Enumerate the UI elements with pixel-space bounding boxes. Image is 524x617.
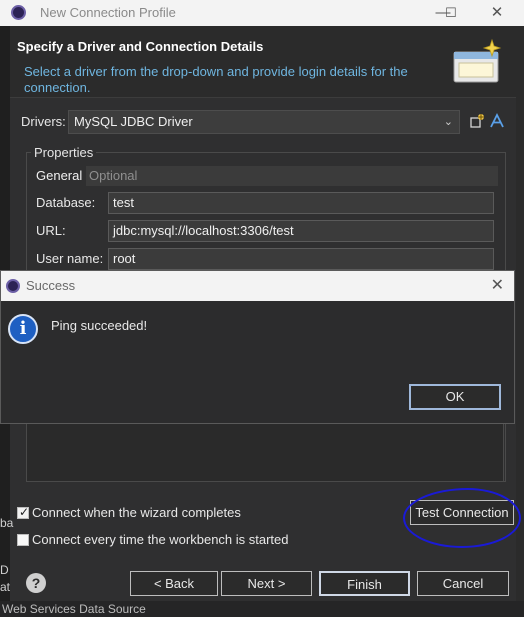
- background-window-bottom: Web Services Data Source: [0, 601, 524, 617]
- finish-button[interactable]: Finish: [319, 571, 410, 596]
- username-field[interactable]: root: [108, 248, 494, 270]
- close-icon[interactable]: ✕: [491, 275, 504, 295]
- tab-general[interactable]: General: [32, 166, 87, 186]
- chevron-down-icon: ⌄: [443, 116, 453, 128]
- url-label: URL:: [36, 223, 66, 238]
- success-title: Success: [26, 278, 76, 293]
- success-title-bar: Success ✕: [1, 271, 514, 301]
- connect-on-start-checkbox[interactable]: [17, 534, 29, 546]
- drivers-selected-value: MySQL JDBC Driver: [74, 114, 193, 129]
- window-title: New Connection Profile: [40, 5, 176, 20]
- connect-on-finish-label: Connect when the wizard completes: [32, 505, 241, 520]
- properties-tabs: General Optional: [32, 166, 498, 186]
- next-button[interactable]: Next >: [221, 571, 312, 596]
- eclipse-app-icon: [6, 279, 20, 293]
- wizard-banner: Specify a Driver and Connection Details …: [10, 26, 516, 98]
- background-fragment: D: [0, 563, 9, 577]
- database-label: Database:: [36, 195, 96, 210]
- page-description: Select a driver from the drop-down and p…: [24, 64, 408, 95]
- annotation-circle: [403, 488, 521, 548]
- info-icon: i: [8, 314, 38, 344]
- page-title: Specify a Driver and Connection Details: [17, 39, 264, 54]
- drivers-dropdown[interactable]: MySQL JDBC Driver ⌄: [68, 110, 460, 134]
- background-fragment: Web Services Data Source: [2, 602, 146, 616]
- username-label: User name:: [36, 251, 104, 266]
- connect-on-finish-checkbox[interactable]: [17, 505, 29, 519]
- maximize-button[interactable]: ☐: [436, 3, 466, 23]
- new-driver-icon[interactable]: [468, 112, 486, 130]
- eclipse-app-icon: [11, 5, 26, 20]
- new-connection-profile-dialog: New Connection Profile — ☐ ✕ Specify a D…: [0, 0, 524, 617]
- close-button[interactable]: ✕: [482, 3, 512, 23]
- edit-driver-icon[interactable]: [488, 112, 506, 130]
- help-icon[interactable]: ?: [26, 573, 46, 593]
- connect-on-start-label: Connect every time the workbench is star…: [32, 532, 289, 547]
- background-fragment: at: [0, 580, 11, 594]
- drivers-label: Drivers:: [21, 114, 66, 129]
- url-field[interactable]: jdbc:mysql://localhost:3306/test: [108, 220, 494, 242]
- properties-legend: Properties: [31, 145, 97, 160]
- cancel-button[interactable]: Cancel: [417, 571, 509, 596]
- tab-optional[interactable]: Optional: [85, 166, 141, 186]
- title-bar: New Connection Profile — ☐ ✕: [0, 0, 524, 26]
- back-button[interactable]: < Back: [130, 571, 218, 596]
- success-message: Ping succeeded!: [51, 318, 148, 333]
- background-fragment: ba: [0, 516, 14, 530]
- ok-button[interactable]: OK: [409, 384, 501, 410]
- success-dialog: Success ✕ i Ping succeeded! OK: [0, 270, 515, 424]
- database-field[interactable]: test: [108, 192, 494, 214]
- wizard-banner-icon: [453, 38, 502, 83]
